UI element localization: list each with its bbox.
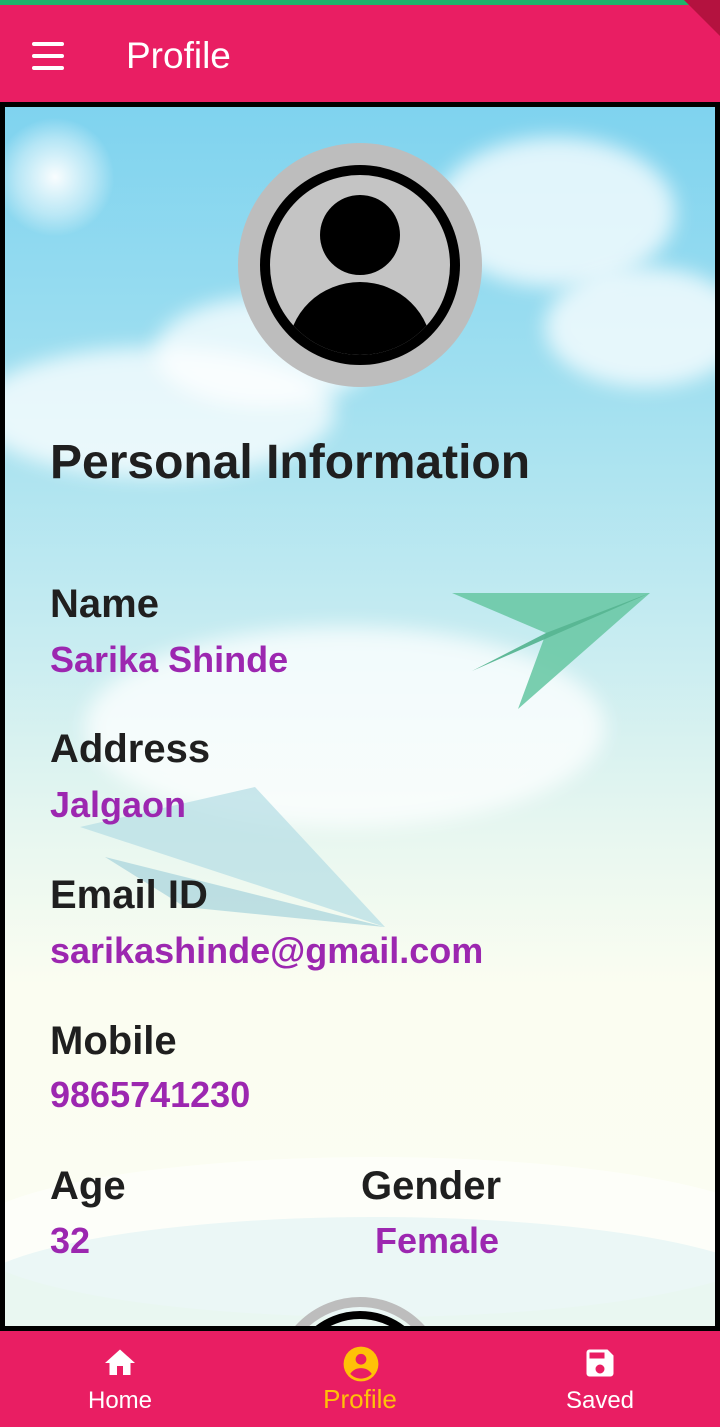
mobile-value: 9865741230 xyxy=(50,1074,251,1115)
mobile-label: Mobile xyxy=(50,1019,177,1063)
nav-home[interactable]: Home xyxy=(40,1331,200,1427)
age-value: 32 xyxy=(50,1220,91,1261)
nav-profile-label: Profile xyxy=(323,1384,397,1414)
email-value: sarikashinde@gmail.com xyxy=(50,930,484,971)
address-value: Jalgaon xyxy=(50,784,187,825)
page-title: Profile xyxy=(126,35,231,76)
nav-profile[interactable]: Profile xyxy=(280,1331,440,1427)
home-icon xyxy=(105,1349,135,1375)
paper-plane-icon xyxy=(452,593,650,709)
app-bar: Profile xyxy=(0,5,720,102)
hamburger-menu-icon-bar xyxy=(32,66,64,70)
hamburger-menu-icon-bar xyxy=(32,54,64,58)
gender-value: Female xyxy=(375,1220,500,1261)
profile-content[interactable]: Personal Information Name Sarika Shinde … xyxy=(5,107,715,1326)
section-heading: Personal Information xyxy=(50,436,531,489)
account-circle-icon xyxy=(343,1346,379,1382)
account-circle-icon xyxy=(260,165,460,365)
avatar[interactable] xyxy=(238,143,482,387)
sun-glow xyxy=(5,117,115,237)
name-value: Sarika Shinde xyxy=(50,639,289,680)
age-label: Age xyxy=(50,1164,126,1208)
email-label: Email ID xyxy=(50,873,208,917)
bottom-navigation: Home Profile Saved xyxy=(0,1331,720,1427)
gender-label: Gender xyxy=(361,1164,502,1208)
nav-saved-label: Saved xyxy=(565,1387,635,1414)
hamburger-menu-icon xyxy=(32,42,64,46)
menu-button[interactable] xyxy=(30,42,68,70)
address-label: Address xyxy=(50,727,211,771)
nav-home-label: Home xyxy=(87,1387,153,1414)
nav-saved[interactable]: Saved xyxy=(520,1331,680,1427)
name-label: Name xyxy=(50,582,159,626)
save-icon xyxy=(586,1349,614,1377)
